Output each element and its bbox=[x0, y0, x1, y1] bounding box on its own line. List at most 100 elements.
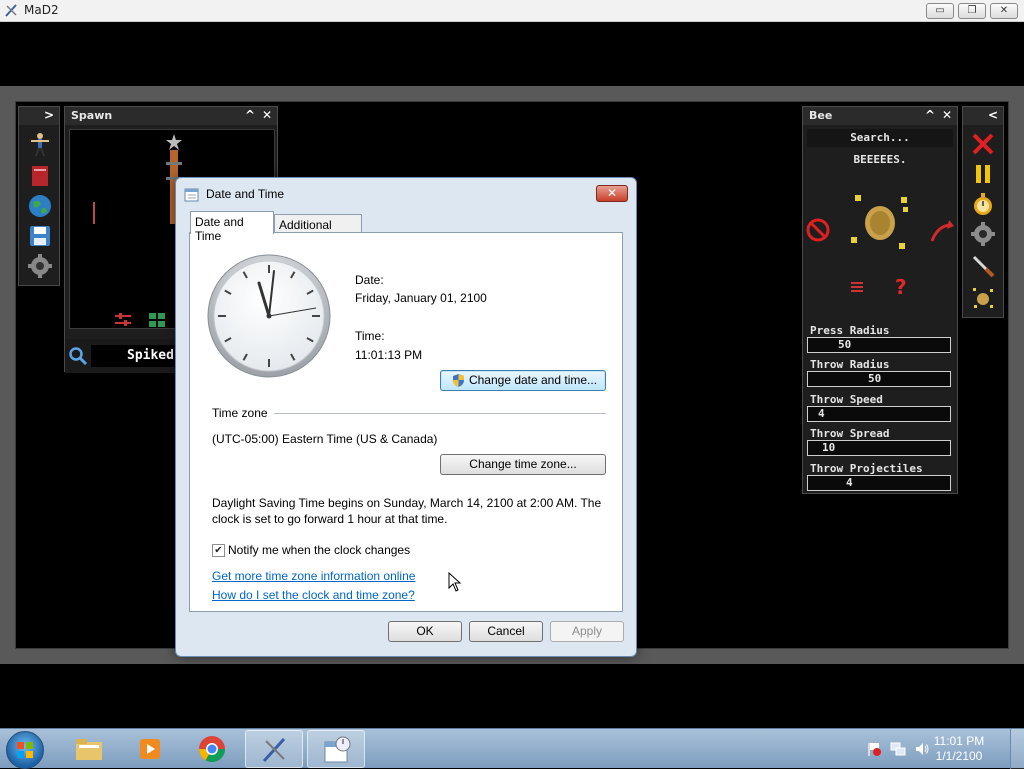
press-radius-input[interactable]: 50 bbox=[807, 337, 951, 353]
collapse-right-toolbar-button[interactable]: < bbox=[986, 108, 1000, 122]
delete-x-icon[interactable] bbox=[970, 131, 996, 157]
restore-button[interactable]: ❐ bbox=[958, 3, 986, 19]
search-icon[interactable] bbox=[68, 346, 88, 366]
expand-toolbar-button[interactable]: > bbox=[42, 108, 56, 122]
notify-checkbox[interactable]: ✔ bbox=[212, 544, 225, 557]
save-icon[interactable] bbox=[27, 223, 53, 249]
throw-speed-input[interactable]: 4 bbox=[807, 406, 951, 422]
notify-label: Notify me when the clock changes bbox=[228, 543, 411, 557]
app-title: MaD2 bbox=[24, 3, 59, 17]
app-titlebar: MaD2 ▭ ❐ ✕ bbox=[0, 0, 1024, 22]
bee-description: BEEEEES. bbox=[853, 153, 907, 166]
window-close-button[interactable]: ✕ bbox=[990, 3, 1018, 19]
throw-spread-label: Throw Spread bbox=[810, 427, 890, 440]
knife-icon[interactable] bbox=[970, 253, 996, 279]
taskbar-date-time[interactable] bbox=[307, 730, 365, 768]
throw-radius-input[interactable]: 50 bbox=[807, 371, 951, 387]
taskbar-mad2[interactable] bbox=[245, 730, 303, 768]
stopwatch-icon[interactable] bbox=[970, 191, 996, 217]
media-player-icon bbox=[140, 739, 160, 759]
dialog-close-button[interactable]: ✕ bbox=[596, 185, 628, 202]
taskbar-chrome[interactable] bbox=[183, 730, 241, 768]
throw-arrow-icon[interactable] bbox=[929, 219, 955, 245]
time-value: 11:01:13 PM bbox=[355, 348, 423, 362]
press-radius-label: Press Radius bbox=[810, 324, 890, 337]
left-toolbar-header: > bbox=[19, 107, 59, 125]
throw-speed-label: Throw Speed bbox=[810, 393, 883, 406]
change-date-time-button[interactable]: Change date and time... bbox=[440, 370, 606, 391]
spawn-panel-header: Spawn ^ ✕ bbox=[65, 107, 277, 125]
mad2-app-icon bbox=[262, 737, 286, 763]
apply-button[interactable]: Apply bbox=[550, 621, 624, 642]
help-icon[interactable]: ? bbox=[895, 275, 907, 299]
clock-date: 1/1/2100 bbox=[935, 749, 983, 763]
ragdoll-icon[interactable] bbox=[27, 131, 53, 157]
cancel-button[interactable]: Cancel bbox=[469, 621, 543, 642]
uac-shield-icon bbox=[453, 374, 464, 387]
spawn-item-small-icon bbox=[93, 202, 95, 224]
network-icon[interactable] bbox=[890, 741, 906, 757]
system-clock[interactable]: 11:01 PM 1/1/2100 bbox=[924, 734, 994, 764]
folder-icon bbox=[76, 739, 102, 760]
sliders-icon[interactable] bbox=[114, 312, 132, 328]
bee-swarm-icon bbox=[851, 195, 908, 249]
taskbar-media-player[interactable] bbox=[121, 730, 179, 768]
throw-projectiles-input[interactable]: 4 bbox=[807, 475, 951, 491]
gear-icon[interactable] bbox=[970, 221, 996, 247]
bee-collapse-button[interactable]: ^ bbox=[923, 108, 937, 122]
mouse-cursor-icon bbox=[448, 572, 462, 592]
tab-date-and-time[interactable]: Date and Time bbox=[190, 211, 274, 243]
right-toolbar: < bbox=[962, 106, 1004, 318]
change-timezone-button[interactable]: Change time zone... bbox=[440, 454, 606, 475]
calendar-clock-icon bbox=[184, 188, 199, 202]
app-icon bbox=[5, 4, 17, 17]
spawn-collapse-button[interactable]: ^ bbox=[243, 108, 257, 122]
spawn-panel-title: Spawn bbox=[71, 109, 113, 122]
date-time-app-icon bbox=[324, 736, 351, 763]
book-icon[interactable] bbox=[27, 163, 53, 189]
start-button[interactable] bbox=[6, 731, 44, 769]
time-label: Time: bbox=[355, 329, 385, 343]
how-to-set-clock-link[interactable]: How do I set the clock and time zone? bbox=[212, 588, 415, 602]
bee-panel-title: Bee bbox=[809, 109, 833, 122]
throw-spread-input[interactable]: 10 bbox=[807, 440, 951, 456]
clock-time: 11:01 PM bbox=[933, 734, 985, 748]
dialog-title: Date and Time bbox=[206, 187, 285, 201]
tab-additional-clocks[interactable]: Additional Clocks bbox=[274, 214, 362, 246]
right-toolbar-header: < bbox=[963, 107, 1003, 125]
menu-lines-icon[interactable] bbox=[849, 279, 865, 295]
globe-icon[interactable] bbox=[27, 193, 53, 219]
bee-close-button[interactable]: ✕ bbox=[940, 108, 954, 122]
left-toolbar: > bbox=[18, 106, 60, 286]
dst-info-line1: Daylight Saving Time begins on Sunday, M… bbox=[212, 496, 602, 510]
throw-radius-label: Throw Radius bbox=[810, 358, 890, 371]
bee-panel-header: Bee ^ ✕ bbox=[803, 107, 957, 125]
grid-icon[interactable] bbox=[148, 312, 166, 328]
date-time-tab-page: Date: Friday, January 01, 2100 Time: 11:… bbox=[189, 232, 623, 612]
dst-info-line2: clock is set to go forward 1 hour at tha… bbox=[212, 512, 448, 526]
chrome-icon bbox=[198, 736, 226, 763]
timezone-separator bbox=[274, 413, 606, 414]
pause-icon[interactable] bbox=[970, 161, 996, 187]
windows-logo-icon bbox=[17, 742, 33, 758]
more-timezone-info-link[interactable]: Get more time zone information online bbox=[212, 569, 415, 583]
analog-clock-icon bbox=[207, 254, 331, 378]
bee-search-input[interactable]: Search... bbox=[807, 129, 953, 147]
action-center-flag-icon[interactable] bbox=[866, 741, 882, 757]
timezone-value: (UTC-05:00) Eastern Time (US & Canada) bbox=[212, 432, 438, 446]
spawn-close-button[interactable]: ✕ bbox=[260, 108, 274, 122]
throw-projectiles-label: Throw Projectiles bbox=[810, 462, 923, 475]
show-desktop-button[interactable] bbox=[1010, 729, 1024, 769]
change-date-time-label: Change date and time... bbox=[468, 373, 598, 387]
ok-button[interactable]: OK bbox=[388, 621, 462, 642]
bee-spawn-icon[interactable] bbox=[970, 285, 996, 311]
taskbar: 11:01 PM 1/1/2100 bbox=[0, 728, 1024, 769]
minimize-button[interactable]: ▭ bbox=[926, 3, 954, 19]
taskbar-explorer[interactable] bbox=[60, 730, 118, 768]
timezone-heading: Time zone bbox=[212, 406, 268, 420]
no-symbol-icon[interactable] bbox=[805, 217, 831, 243]
date-label: Date: bbox=[355, 273, 384, 287]
settings-gear-icon[interactable] bbox=[27, 253, 53, 279]
date-value: Friday, January 01, 2100 bbox=[355, 291, 487, 305]
date-time-dialog: Date and Time ✕ Date and Time Additional… bbox=[175, 177, 637, 657]
